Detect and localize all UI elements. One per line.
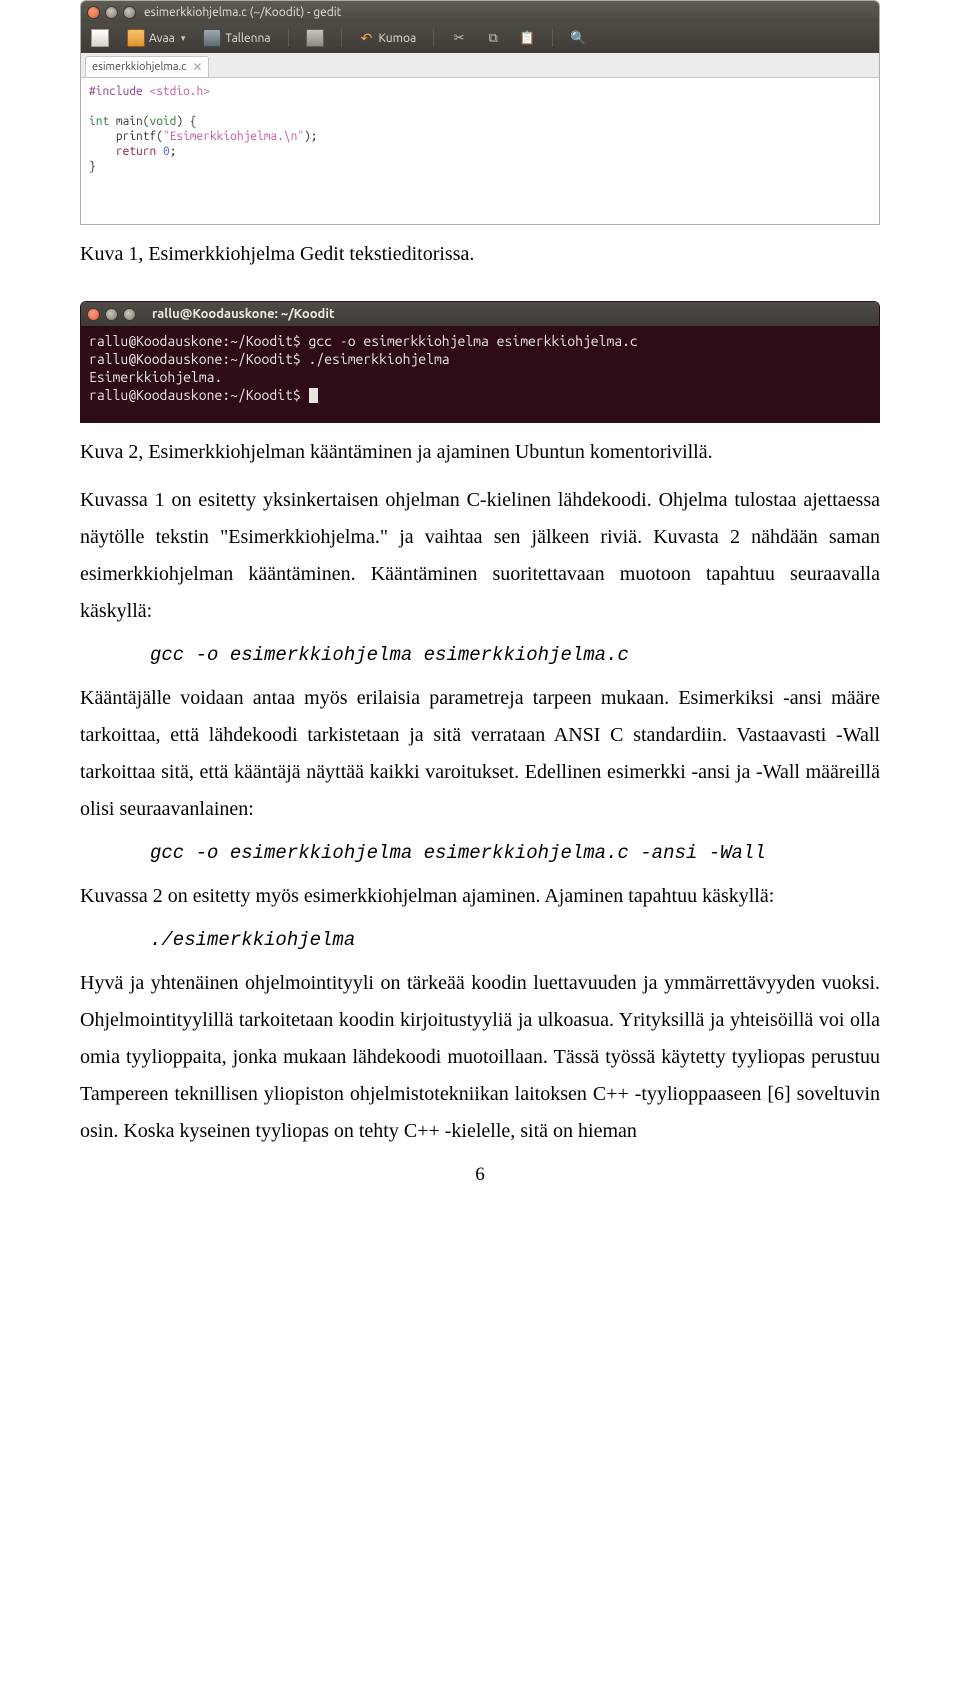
terminal-window: rallu@Koodauskone: ~/Koodit rallu@Koodau…	[80, 301, 880, 423]
undo-icon: ↶	[359, 30, 375, 46]
copy-icon: ⧉	[485, 30, 501, 46]
code-token: "Esimerkkiohjelma.\n"	[163, 130, 304, 143]
code-token: int	[89, 115, 109, 128]
figure-caption-2: Kuva 2, Esimerkkiohjelman kääntäminen ja…	[80, 441, 880, 464]
toolbar-separator	[552, 29, 553, 47]
body-paragraph: Kuvassa 1 on esitetty yksinkertaisen ohj…	[80, 482, 880, 630]
document-page: esimerkkiohjelma.c (~/Koodit) - gedit Av…	[0, 0, 960, 1226]
code-token	[156, 145, 163, 158]
gedit-titlebar: esimerkkiohjelma.c (~/Koodit) - gedit	[81, 1, 879, 23]
open-button[interactable]: Avaa ▾	[123, 27, 189, 49]
code-line: ./esimerkkiohjelma	[150, 929, 880, 951]
gedit-title: esimerkkiohjelma.c (~/Koodit) - gedit	[144, 6, 341, 19]
save-label: Tallenna	[225, 32, 270, 45]
close-tab-icon[interactable]: ✕	[192, 60, 202, 74]
toolbar-separator	[288, 29, 289, 47]
close-icon[interactable]	[87, 6, 100, 19]
window-buttons	[87, 6, 136, 19]
paste-button[interactable]: 📋	[515, 28, 539, 48]
terminal-line: rallu@Koodauskone:~/Koodit$	[89, 387, 309, 403]
code-token: return	[116, 145, 156, 158]
terminal-body[interactable]: rallu@Koodauskone:~/Koodit$ gcc -o esime…	[81, 326, 879, 422]
minimize-icon[interactable]	[105, 6, 118, 19]
code-token: #include	[89, 85, 149, 98]
code-token	[89, 145, 116, 158]
code-token: main(	[109, 115, 149, 128]
code-token: void	[150, 115, 177, 128]
code-token: printf(	[89, 130, 163, 143]
chevron-down-icon: ▾	[181, 33, 186, 44]
maximize-icon[interactable]	[123, 6, 136, 19]
terminal-line: rallu@Koodauskone:~/Koodit$ gcc -o esime…	[89, 333, 638, 349]
print-button[interactable]	[302, 27, 328, 49]
undo-label: Kumoa	[379, 32, 417, 45]
close-icon[interactable]	[87, 308, 100, 321]
save-button[interactable]: Tallenna	[199, 27, 274, 49]
terminal-line: rallu@Koodauskone:~/Koodit$ ./esimerkkio…	[89, 351, 450, 367]
code-token: ;	[170, 145, 177, 158]
save-icon	[203, 29, 221, 47]
search-button[interactable]: 🔍	[566, 28, 590, 48]
code-editor[interactable]: #include <stdio.h> int main(void) { prin…	[81, 78, 879, 224]
body-paragraph: Hyvä ja yhtenäinen ohjelmointityyli on t…	[80, 965, 880, 1150]
terminal-title: rallu@Koodauskone: ~/Koodit	[152, 307, 335, 321]
toolbar-separator	[433, 29, 434, 47]
scissors-icon: ✂	[451, 30, 467, 46]
body-paragraph: Kääntäjälle voidaan antaa myös erilaisia…	[80, 680, 880, 828]
code-line: gcc -o esimerkkiohjelma esimerkkiohjelma…	[150, 842, 880, 864]
file-tab[interactable]: esimerkkiohjelma.c ✕	[85, 56, 209, 77]
toolbar-separator	[341, 29, 342, 47]
code-token: }	[89, 160, 96, 173]
terminal-titlebar: rallu@Koodauskone: ~/Koodit	[81, 302, 879, 326]
code-token: 0	[163, 145, 170, 158]
undo-button[interactable]: ↶ Kumoa	[355, 28, 421, 48]
code-token: ) {	[176, 115, 196, 128]
terminal-line: Esimerkkiohjelma.	[89, 369, 222, 385]
window-buttons	[87, 308, 136, 321]
open-label: Avaa	[149, 32, 175, 45]
gedit-toolbar: Avaa ▾ Tallenna ↶ Kumoa ✂ ⧉	[81, 23, 879, 53]
print-icon	[306, 29, 324, 47]
code-line: gcc -o esimerkkiohjelma esimerkkiohjelma…	[150, 644, 880, 666]
gedit-tabbar: esimerkkiohjelma.c ✕	[81, 53, 879, 78]
copy-button[interactable]: ⧉	[481, 28, 505, 48]
maximize-icon[interactable]	[123, 308, 136, 321]
search-icon: 🔍	[570, 30, 586, 46]
gedit-window: esimerkkiohjelma.c (~/Koodit) - gedit Av…	[80, 0, 880, 225]
cut-button[interactable]: ✂	[447, 28, 471, 48]
code-token: <stdio.h>	[149, 85, 209, 98]
paste-icon: 📋	[519, 30, 535, 46]
folder-open-icon	[127, 29, 145, 47]
cursor-icon	[309, 388, 318, 403]
document-icon	[91, 29, 109, 47]
figure-caption-1: Kuva 1, Esimerkkiohjelma Gedit tekstiedi…	[80, 243, 880, 266]
minimize-icon[interactable]	[105, 308, 118, 321]
tab-label: esimerkkiohjelma.c	[92, 61, 186, 73]
new-file-button[interactable]	[87, 27, 113, 49]
body-paragraph: Kuvassa 2 on esitetty myös esimerkkiohje…	[80, 878, 880, 915]
code-token: );	[304, 130, 317, 143]
page-number: 6	[80, 1164, 880, 1186]
